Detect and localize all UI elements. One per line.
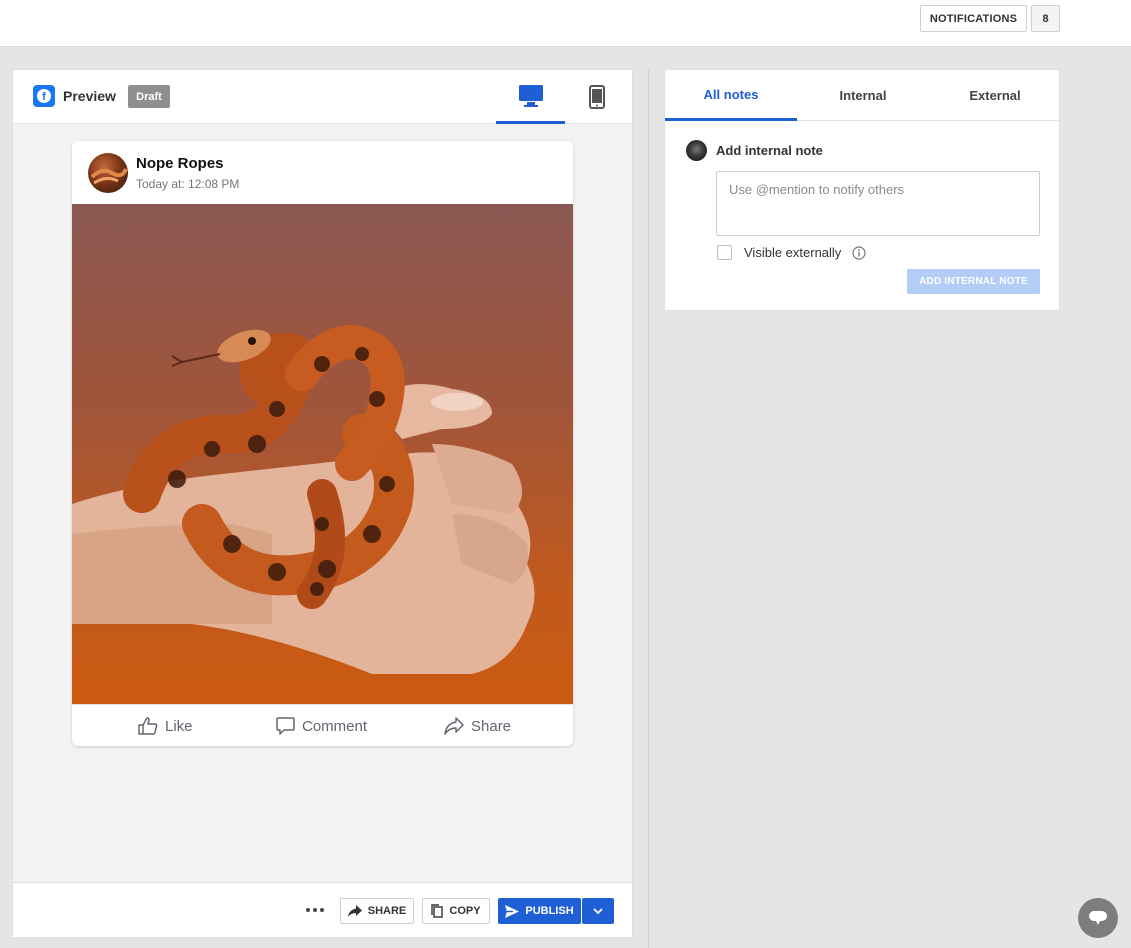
publish-options-dropdown[interactable] <box>582 898 614 924</box>
copy-button[interactable]: COPY <box>422 898 490 924</box>
share-button-label: SHARE <box>367 905 407 917</box>
desktop-view-tab[interactable] <box>496 70 565 124</box>
preview-panel: f Preview Draft Nope Ropes Today at: 12:… <box>12 69 633 938</box>
share-arrow-icon <box>444 717 464 735</box>
like-label: Like <box>165 717 193 735</box>
copy-button-label: COPY <box>449 905 481 917</box>
publish-button-label: PUBLISH <box>525 905 574 917</box>
post-actions: Like Comment Share <box>72 704 573 746</box>
add-internal-note-button[interactable]: ADD INTERNAL NOTE <box>907 269 1040 294</box>
like-action[interactable]: Like <box>138 705 193 746</box>
facebook-post-preview: Nope Ropes Today at: 12:08 PM Like Comme… <box>72 141 573 746</box>
share-action[interactable]: Share <box>444 705 511 746</box>
note-input[interactable] <box>716 171 1040 236</box>
share-icon <box>347 905 362 917</box>
send-icon <box>505 904 520 918</box>
action-bar: SHARE COPY PUBLISH <box>13 882 632 937</box>
comment-action[interactable]: Comment <box>276 705 367 746</box>
post-image <box>72 204 573 704</box>
mobile-view-tab[interactable] <box>565 70 629 124</box>
publish-button[interactable]: PUBLISH <box>498 898 581 924</box>
comment-icon <box>276 717 295 735</box>
chat-icon <box>1089 911 1107 925</box>
add-note-title: Add internal note <box>716 143 823 158</box>
tab-internal[interactable]: Internal <box>797 70 929 121</box>
share-label: Share <box>471 717 512 735</box>
share-button[interactable]: SHARE <box>340 898 414 924</box>
draft-status-badge: Draft <box>128 85 170 108</box>
notes-tabs: All notes Internal External <box>665 70 1059 121</box>
notifications-count-badge[interactable]: 8 <box>1031 5 1060 32</box>
info-icon[interactable] <box>852 246 866 260</box>
preview-header: f Preview Draft <box>13 70 632 124</box>
notes-panel: All notes Internal External Add internal… <box>664 69 1060 311</box>
preview-title: Preview <box>63 88 116 104</box>
panel-divider <box>648 69 649 948</box>
thumbs-up-icon <box>138 717 158 735</box>
notifications-button[interactable]: NOTIFICATIONS <box>920 5 1027 32</box>
top-bar: NOTIFICATIONS 8 <box>0 0 1131 47</box>
chat-widget-button[interactable] <box>1078 898 1118 938</box>
tab-external[interactable]: External <box>929 70 1061 121</box>
facebook-icon: f <box>33 85 55 107</box>
more-options-button[interactable] <box>303 902 327 918</box>
visible-externally-label: Visible externally <box>744 245 842 260</box>
comment-label: Comment <box>302 717 368 735</box>
mobile-phone-icon <box>589 85 605 109</box>
post-timestamp: Today at: 12:08 PM <box>136 177 240 191</box>
tab-all-notes[interactable]: All notes <box>665 70 797 121</box>
user-avatar <box>686 140 707 161</box>
more-horizontal-icon <box>306 908 310 912</box>
copy-icon <box>431 904 444 918</box>
desktop-icon <box>518 84 543 107</box>
visible-externally-checkbox[interactable] <box>717 245 732 260</box>
page-avatar <box>88 153 128 193</box>
chevron-down-icon <box>593 908 603 914</box>
page-name[interactable]: Nope Ropes <box>136 155 224 172</box>
